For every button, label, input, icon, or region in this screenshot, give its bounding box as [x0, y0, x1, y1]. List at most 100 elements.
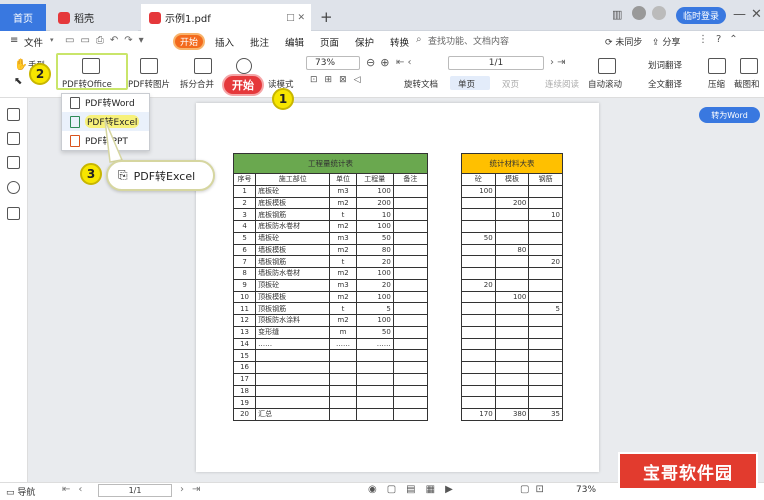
- avatar[interactable]: [632, 6, 646, 20]
- table1-cell: 7: [232, 255, 257, 268]
- zoom-icons[interactable]: ⊖⊕: [366, 56, 394, 69]
- table2-cell: [528, 337, 563, 351]
- minimize-icon[interactable]: —: [733, 7, 746, 22]
- table1-cell: m3: [329, 184, 357, 198]
- screenshot-button[interactable]: 截图和: [734, 78, 760, 90]
- table2-cell: [461, 325, 496, 339]
- table1-row: 17: [232, 372, 429, 386]
- page-input[interactable]: 1/1: [448, 56, 544, 70]
- quick-access-icons[interactable]: ▭▭⎙↶↷▾: [65, 35, 150, 46]
- menu-file[interactable]: 文件: [24, 35, 43, 49]
- table1-cell: 100: [355, 184, 394, 198]
- login-button[interactable]: 临时登录: [676, 7, 726, 24]
- menu-edit[interactable]: 编辑: [285, 35, 304, 49]
- close-window-icon[interactable]: ✕: [751, 7, 762, 22]
- materials-table: 统计材料大表 砼模板 钢筋 100 200 10 50 80 20 20 100 5 170 380 3…: [461, 153, 563, 421]
- view-icons[interactable]: ⊡⊞⊠◁: [310, 75, 368, 85]
- table1-cell: 11: [232, 302, 257, 315]
- compress-button[interactable]: 压缩: [708, 78, 725, 90]
- table2-cell: 50: [461, 231, 496, 245]
- table1-cell: ……: [329, 337, 357, 351]
- menu-start[interactable]: 开始: [173, 33, 205, 50]
- table1-row: 12 顶板防水涂料 m2 100: [232, 314, 429, 327]
- bookmark-icon[interactable]: [7, 108, 20, 121]
- auto-scroll-button[interactable]: 自动滚动: [588, 78, 622, 90]
- nav-button[interactable]: ▭ 导航: [6, 485, 35, 498]
- next-page-icon[interactable]: › ⇥: [550, 57, 566, 68]
- translate-word-button[interactable]: 划词翻译: [648, 59, 682, 71]
- table2-cell: 170: [461, 408, 496, 421]
- table1-cell: [355, 396, 394, 409]
- select-icon[interactable]: ⬉: [14, 76, 22, 87]
- fit-icons[interactable]: ▢⊡: [520, 484, 550, 495]
- search-input[interactable]: 查找功能、文档内容: [428, 34, 509, 47]
- hamburger-icon[interactable]: ≡: [10, 35, 18, 46]
- table2-cell: [461, 302, 496, 315]
- new-tab-icon[interactable]: +: [320, 8, 333, 26]
- table1-row: 8 墙板防水卷材 m2 100: [232, 267, 429, 280]
- dropdown-item-word[interactable]: PDF转Word: [62, 93, 149, 112]
- prev-page-icon[interactable]: ⇤ ‹: [396, 57, 412, 68]
- status-zoom[interactable]: 73%: [576, 485, 596, 495]
- pdf-to-image-button[interactable]: PDF转图片: [128, 78, 170, 90]
- tab-daoke[interactable]: 稻壳: [50, 4, 138, 31]
- signature-icon[interactable]: [7, 207, 20, 220]
- table1-cell: [329, 372, 357, 386]
- share-button[interactable]: ⇪ 分享: [652, 35, 680, 48]
- menu-annotate[interactable]: 批注: [250, 35, 269, 49]
- table1-cell: 14: [232, 337, 257, 351]
- table1-cell: m3: [329, 231, 357, 245]
- table2-cell: 100: [461, 184, 496, 198]
- close-tab-icon[interactable]: □ ✕: [286, 13, 305, 23]
- comment-icon[interactable]: [7, 156, 20, 169]
- table2-cell: [528, 361, 563, 374]
- table1-row: 13 变形缝 m 50: [232, 325, 429, 339]
- table1-cell: [392, 255, 429, 268]
- table1-row: 1 底板砼 m3 100: [232, 184, 429, 198]
- avatar-2[interactable]: [652, 6, 666, 20]
- watermark-logo: 宝哥软件园: [618, 452, 758, 490]
- split-merge-button[interactable]: 拆分合并: [180, 78, 214, 90]
- search-icon: ⌕: [416, 34, 422, 45]
- table1-cell: 底板钢筋: [255, 208, 331, 221]
- table1-cell: 墙板钢筋: [255, 255, 331, 268]
- thumbnail-icon[interactable]: [7, 132, 20, 145]
- table1-cell: [392, 208, 429, 221]
- hand-icon[interactable]: ✋: [14, 58, 28, 71]
- attachment-icon[interactable]: [7, 181, 20, 194]
- daoke-icon: [58, 11, 70, 24]
- table2-header-cell: 钢筋: [528, 173, 563, 186]
- menu-page[interactable]: 页面: [320, 35, 339, 49]
- translate-full-button[interactable]: 全文翻译: [648, 78, 682, 90]
- menu-protect[interactable]: 保护: [355, 35, 374, 49]
- table2-row: 100: [461, 184, 563, 198]
- table2-cell: 80: [494, 243, 530, 257]
- table1-cell: [392, 302, 429, 315]
- convert-to-word-button[interactable]: 转为Word: [699, 107, 760, 123]
- status-page-input[interactable]: 1/1: [98, 484, 172, 497]
- more-icons[interactable]: ⋮?⌃: [698, 34, 746, 45]
- table2-cell: 20: [461, 278, 496, 292]
- double-page-button[interactable]: 双页: [502, 78, 519, 90]
- view-mode-icons[interactable]: ◉▢▤▦▶: [368, 484, 463, 495]
- table1-cell: [329, 384, 357, 398]
- tab-document[interactable]: 示例1.pdf □ ✕: [141, 4, 311, 31]
- table1-cell: t: [329, 208, 357, 221]
- screenshot-icon: [740, 58, 758, 74]
- zoom-select[interactable]: 73%: [306, 56, 360, 70]
- table2-cell: [494, 372, 530, 386]
- menu-insert[interactable]: 插入: [215, 35, 234, 49]
- page-nav-forward-icons[interactable]: ›⇥: [180, 484, 208, 495]
- table1-cell: 100: [355, 314, 394, 327]
- table1-cell: 墙板防水卷材: [255, 267, 331, 280]
- table1-row: 5 墙板砼 m3 50: [232, 231, 429, 245]
- layout-icon[interactable]: ▥: [612, 8, 622, 21]
- rotate-button[interactable]: 旋转文档: [404, 78, 438, 90]
- tab-home[interactable]: 首页: [0, 4, 46, 31]
- sync-status[interactable]: ⟳ 未同步: [605, 35, 642, 48]
- menu-convert[interactable]: 转换: [390, 35, 409, 49]
- continuous-read-button[interactable]: 连续阅读: [545, 78, 579, 90]
- table1-row: 9 顶板砼 m3 20: [232, 278, 429, 292]
- table2-row: [461, 220, 563, 233]
- page-nav-back-icons[interactable]: ⇤‹: [62, 484, 90, 495]
